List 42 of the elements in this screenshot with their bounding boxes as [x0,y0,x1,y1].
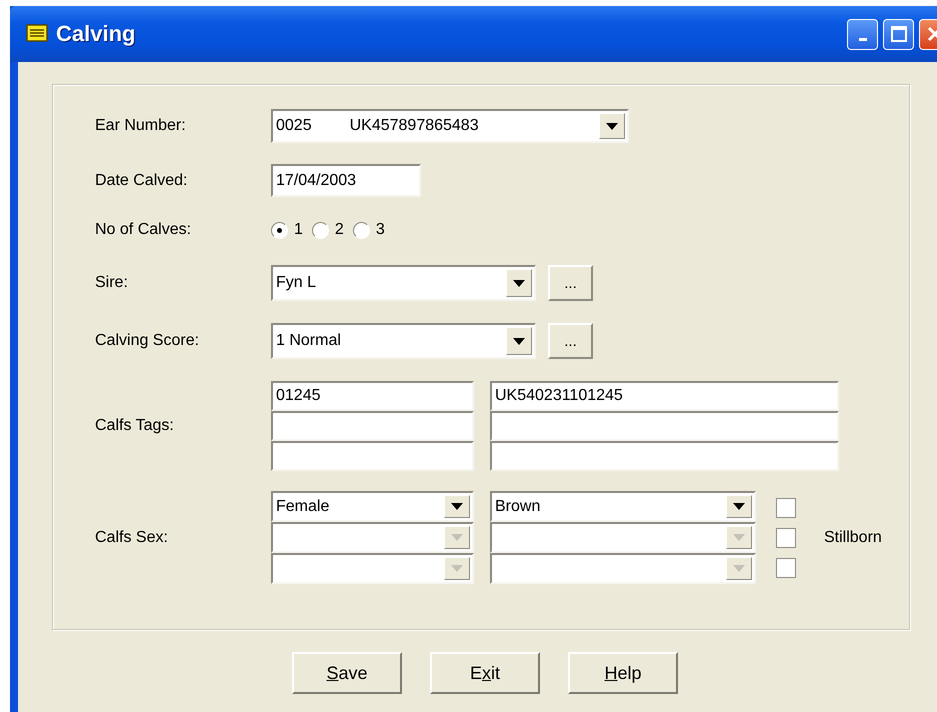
stillborn-label: Stillborn [824,528,882,546]
field-label: Date Calved: [95,172,188,190]
field-label: Calving Score: [95,332,200,350]
sex-dropdown[interactable]: Female [271,491,474,522]
ear-number-dropdown[interactable]: 0025 UK457897865483 [271,109,629,143]
tag-number-field[interactable]: 01245 [271,381,474,411]
field-label: Calfs Sex: [95,528,169,546]
official-tag-field[interactable] [490,411,839,441]
dialog-button[interactable]: Save [292,652,402,694]
dropdown-arrow-icon [451,534,463,541]
field-label: Calfs Tags: [95,417,175,435]
colour-dropdown[interactable]: Brown [490,491,756,522]
date-field[interactable]: 17/04/2003 [271,164,421,197]
dropdown-arrow-icon [733,534,745,541]
maximize-icon [890,25,908,43]
minimize-button[interactable] [847,18,878,50]
dropdown-arrow-icon [513,280,525,286]
dialog-button[interactable]: Help [568,652,678,694]
field-label: Sire: [95,274,129,292]
stillborn-checkbox[interactable] [776,498,796,518]
official-tag-field[interactable] [490,441,839,471]
window-icon [26,24,48,44]
tag-number-field[interactable] [271,411,474,441]
calving-score-dropdown[interactable]: 1 Normal [271,323,536,359]
window-title: Calving [56,21,136,47]
tag-number-field[interactable] [271,441,474,471]
maximize-button[interactable] [883,18,914,50]
sire-dropdown[interactable]: Fyn L [271,265,536,301]
dialog-button[interactable]: Exit [430,652,540,694]
dropdown-arrow-icon [606,122,618,130]
minimize-icon [858,38,866,40]
browse-button[interactable]: ... [548,265,593,301]
browse-button[interactable]: ... [548,323,593,359]
dropdown-arrow-icon [733,565,745,572]
dropdown-arrow-icon [513,338,525,344]
dropdown-arrow-icon [451,503,463,510]
field-label: No of Calves: [95,221,192,239]
dropdown-arrow-icon [451,565,463,572]
dropdown-arrow-icon [733,503,745,510]
official-tag-field[interactable]: UK540231101245 [490,381,839,411]
field-label: Ear Number: [95,117,187,135]
ear-number-value: 0025 UK457897865483 [276,117,480,135]
